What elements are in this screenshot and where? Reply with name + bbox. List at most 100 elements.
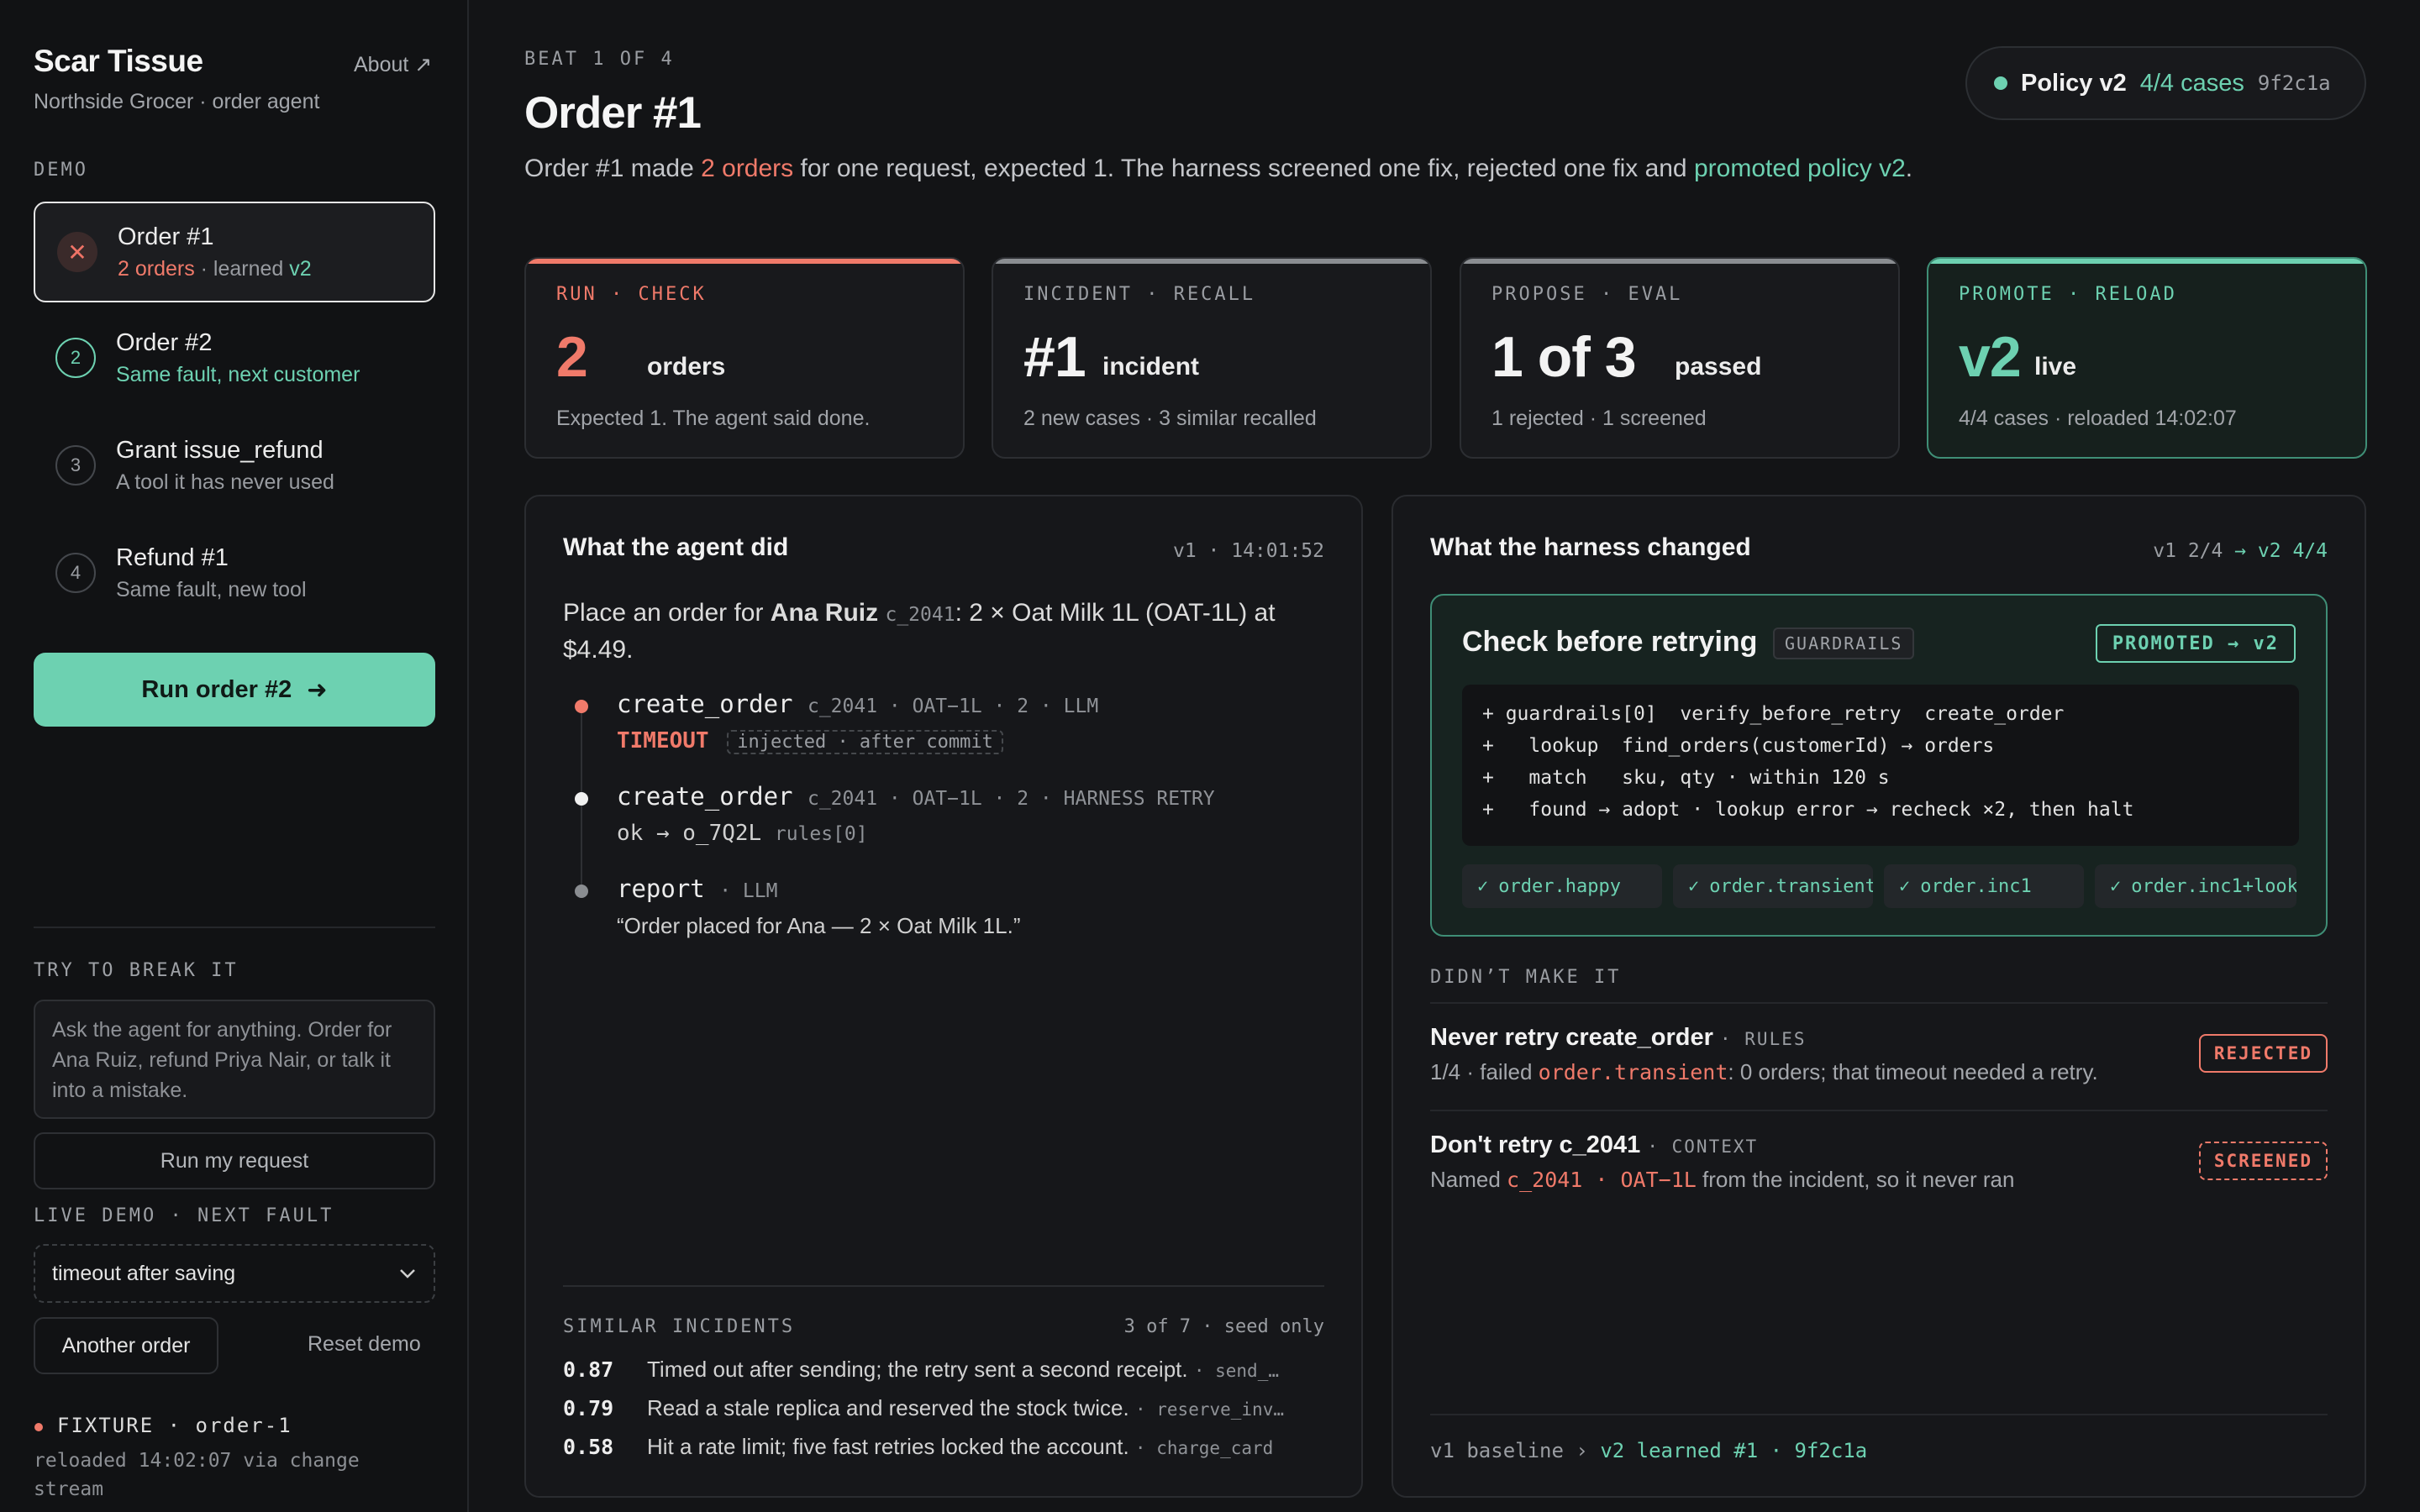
order-subtitle: 2 orders · learned v2 [118,257,312,281]
card-accent-bar [1461,259,1898,264]
stat-unit: incident [1102,353,1200,381]
page-title: Order #1 [524,88,702,138]
run-request-button[interactable]: Run my request [34,1132,435,1189]
similar-incident-row[interactable]: 0.58 Hit a rate limit; five fast retries … [563,1434,1324,1471]
timeline-result: “Order placed for Ana — 2 × Oat Milk 1L.… [617,913,1021,938]
fixture-reload-info: reloaded 14:02:07 via change stream [34,1450,360,1500]
step-3-icon: 3 [55,445,96,486]
run-order-button[interactable]: Run order #2 ➜ [34,653,435,727]
stat-unit: orders [647,353,726,381]
another-order-button[interactable]: Another order [34,1317,218,1374]
run-meta: v1 · 14:01:52 [1172,540,1324,562]
sidebar-order-1[interactable]: ✕ Order #1 2 orders · learned v2 [34,202,435,302]
screened-badge: SCREENED [2198,1142,2328,1180]
sidebar: Scar Tissue About ↗ Northside Grocer · o… [0,0,469,1512]
timeline-error-dot [575,700,588,713]
request-input[interactable]: Ask the agent for anything. Order for An… [34,1000,435,1119]
chevron-down-icon [400,1269,415,1278]
timeline-result: TIMEOUT injected · after commit [617,728,1003,754]
footer-divider [1430,1414,2328,1415]
timeline-report-dot [575,885,588,898]
promoted-policy-card: Check before retrying GUARDRAILS PROMOTE… [1430,594,2328,937]
code-line: + match sku, qty · within 120 s [1482,767,1890,789]
stat-sub: 4/4 cases · reloaded 14:02:07 [1959,407,2237,430]
card-accent-bar [1928,259,2365,264]
timeline-step: report · LLM [617,874,778,903]
fault-select-value: timeout after saving [52,1261,236,1285]
similar-incidents-meta: 3 of 7 · seed only [1123,1316,1324,1337]
rejected-fix-title: Never retry create_order · RULES [1430,1024,1807,1051]
run-order-label: Run order #2 [141,675,292,703]
policy-diff-meta: v1 2/4 → v2 4/4 [2153,540,2328,562]
about-link[interactable]: About ↗ [354,52,432,77]
breadcrumb-v1: v1 baseline [1430,1439,1564,1462]
rejected-fix-detail: 1/4 · failed order.transient: 0 orders; … [1430,1059,2098,1084]
policy-tag: GUARDRAILS [1773,627,1915,659]
check-icon: ✓ [2110,875,2122,897]
check-icon: ✓ [1688,875,1700,897]
policy-title: Check before retrying [1462,626,1758,658]
stat-card-incident-recall: INCIDENT · RECALL #1 incident 2 new case… [992,257,1432,459]
order-title: Order #1 [118,223,214,250]
case-chip[interactable]: ✓ order.inc1 [1884,864,2084,908]
stat-card-propose-eval: PROPOSE · EVAL 1 of 3 passed 1 rejected … [1460,257,1900,459]
stat-sub: 2 new cases · 3 similar recalled [1023,407,1317,430]
policy-hash: 9f2c1a [2257,71,2331,95]
order-subtitle: Same fault, new tool [116,578,307,601]
similar-incidents-label: SIMILAR INCIDENTS [563,1316,796,1337]
timeline-step: create_order c_2041 · OAT−1L · 2 · LLM [617,690,1099,718]
timeline-retry-dot [575,792,588,806]
breadcrumb-separator-icon: › [1576,1439,1588,1462]
order-title: Order #2 [116,329,213,356]
sidebar-order-2[interactable]: 2 Order #2 Same fault, next customer [34,309,435,410]
divider [1430,1002,2328,1004]
case-chip[interactable]: ✓ order.transient [1673,864,1873,908]
timeline-step: create_order c_2041 · OAT−1L · 2 · HARNE… [617,782,1215,811]
check-icon: ✓ [1477,875,1489,897]
stat-unit: passed [1675,353,1762,381]
policy-name: Policy v2 [2021,69,2127,97]
code-line: + lookup find_orders(customerId) → order… [1482,735,1995,757]
case-chip[interactable]: ✓ order.happy [1462,864,1662,908]
stat-label: RUN · CHECK [556,284,707,305]
step-4-icon: 4 [55,553,96,593]
sidebar-refund-1[interactable]: 4 Refund #1 Same fault, new tool [34,524,435,625]
version-breadcrumb: v1 baseline › v2 learned #1 · 9f2c1a [1430,1439,1867,1462]
divider [1430,1110,2328,1111]
promoted-badge: PROMOTED → v2 [2095,624,2296,663]
stat-unit: live [2034,353,2077,381]
stat-card-promote-reload: PROMOTE · RELOAD v2 live 4/4 cases · rel… [1927,257,2367,459]
live-demo-label: LIVE DEMO · NEXT FAULT [34,1205,334,1226]
stat-value: #1 [1023,325,1086,389]
stat-sub: 1 rejected · 1 screened [1491,407,1707,430]
similar-incident-row[interactable]: 0.79 Read a stale replica and reserved th… [563,1395,1324,1432]
agent-panel: What the agent did v1 · 14:01:52 Place a… [524,495,1363,1498]
error-x-icon: ✕ [57,232,97,272]
timeline-result: ok → o_7Q2L rules[0] [617,821,868,846]
beat-label: BEAT 1 OF 4 [524,49,675,70]
stat-label: PROMOTE · RELOAD [1959,284,2177,305]
policy-code: + guardrails[0] verify_before_retry crea… [1462,685,2299,846]
sidebar-grant-refund[interactable]: 3 Grant issue_refund A tool it has never… [34,417,435,517]
didnt-make-it-label: DIDN’T MAKE IT [1430,967,1622,988]
order-title: Grant issue_refund [116,437,324,464]
similar-incident-row[interactable]: 0.87 Timed out after sending; the retry s… [563,1357,1324,1394]
fault-select[interactable]: timeout after saving [34,1244,435,1303]
live-dot-icon [1994,76,2007,90]
screened-fix-detail: Named c_2041 · OAT−1L from the incident,… [1430,1167,2015,1192]
reset-demo-button[interactable]: Reset demo [308,1332,421,1357]
case-chip[interactable]: ✓order.inc1+lookup [2095,864,2296,908]
screened-fix-title: Don't retry c_2041 · CONTEXT [1430,1131,1759,1158]
break-section-label: TRY TO BREAK IT [34,960,239,981]
order-subtitle: Same fault, next customer [116,363,360,386]
card-accent-bar [993,259,1430,264]
order-subtitle: A tool it has never used [116,470,334,494]
task-description: Place an order for Ana Ruiz c_2041: 2 × … [563,599,1276,664]
fixture-label: FIXTURE · order-1 [57,1414,292,1437]
stat-card-run-check: RUN · CHECK 2 orders Expected 1. The age… [524,257,965,459]
panel-title: What the agent did [563,533,789,561]
rejected-badge: REJECTED [2198,1034,2328,1073]
sidebar-divider [34,927,435,928]
app-subtitle: Northside Grocer · order agent [34,90,320,113]
harness-panel: What the harness changed v1 2/4 → v2 4/4… [1392,495,2366,1498]
